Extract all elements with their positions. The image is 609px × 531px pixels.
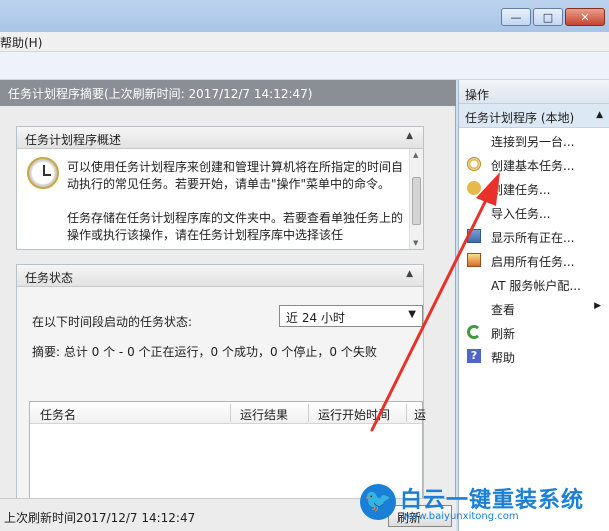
action-help[interactable]: ? 帮助 <box>459 344 609 368</box>
action-display-running[interactable]: 显示所有正在... <box>459 224 609 248</box>
toolbar <box>0 52 609 80</box>
status-period-value: 近 24 小时 <box>286 311 345 325</box>
chevron-down-icon: ▼ <box>408 309 416 320</box>
window-controls: — □ ✕ <box>501 8 605 26</box>
action-label: 帮助 <box>491 351 516 365</box>
overview-header[interactable]: 任务计划程序概述 ▲ <box>17 127 423 149</box>
minimize-button[interactable]: — <box>501 8 531 26</box>
action-enable-history[interactable]: 启用所有任务... <box>459 248 609 272</box>
collapse-up-icon[interactable]: ▲ <box>596 110 603 120</box>
clock-star-icon <box>467 157 481 171</box>
overview-text-1: 可以使用任务计划程序来创建和管理计算机将在所指定的时间自动执行的常见任务。若要开… <box>67 160 404 191</box>
title-bar: — □ ✕ <box>0 0 609 32</box>
scroll-thumb[interactable] <box>412 177 421 225</box>
action-connect[interactable]: 连接到另一台... <box>459 128 609 152</box>
status-header[interactable]: 任务状态 ▲ <box>17 265 423 287</box>
overview-text-2: 任务存储在任务计划程序库的文件夹中。若要查看单独任务上的操作或执行该操作，请在任… <box>67 211 404 242</box>
actions-pane: 操作 任务计划程序 (本地) ▲ 连接到另一台... 创建基本任务... 创建任… <box>458 80 609 531</box>
help-icon: ? <box>467 349 481 363</box>
overview-scrollbar[interactable]: ▲ ▼ <box>409 149 423 249</box>
action-label: AT 服务帐户配... <box>491 279 581 293</box>
clock-icon <box>27 157 59 189</box>
bird-logo-icon: 🐦 <box>360 484 396 520</box>
collapse-up-icon[interactable]: ▲ <box>406 131 413 141</box>
action-label: 导入任务... <box>491 207 551 221</box>
menu-bar: 帮助(H) <box>0 32 609 52</box>
center-pane: 任务计划程序摘要(上次刷新时间: 2017/12/7 14:12:47) 任务计… <box>0 80 456 531</box>
action-label: 创建基本任务... <box>491 159 575 173</box>
action-import-task[interactable]: 导入任务... <box>459 200 609 224</box>
status-period-label: 在以下时间段启动的任务状态: <box>32 315 193 329</box>
status-section: 任务状态 ▲ 在以下时间段启动的任务状态: 近 24 小时 ▼ 摘要: 总计 0… <box>16 264 426 511</box>
action-label: 查看 <box>491 303 516 317</box>
scroll-up-icon[interactable]: ▲ <box>413 151 418 159</box>
close-button[interactable]: ✕ <box>565 8 605 26</box>
action-view[interactable]: 查看 ▶ <box>459 296 609 320</box>
action-create-task[interactable]: 创建任务... <box>459 176 609 200</box>
collapse-up-icon[interactable]: ▲ <box>406 269 413 279</box>
watermark: 🐦 白云一键重装系统 www.baiyunxitong.com <box>356 482 606 528</box>
clock-icon <box>467 181 481 195</box>
last-refresh-time: 上次刷新时间2017/12/7 14:12:47 <box>4 511 196 525</box>
scroll-down-icon[interactable]: ▼ <box>413 239 418 247</box>
action-label: 创建任务... <box>491 183 551 197</box>
column-run-start[interactable]: 运行开始时间 <box>318 406 390 423</box>
maximize-button[interactable]: □ <box>533 8 563 26</box>
action-label: 启用所有任务... <box>491 255 575 269</box>
summary-title: 任务计划程序摘要(上次刷新时间: 2017/12/7 14:12:47) <box>0 80 456 106</box>
column-task-name[interactable]: 任务名 <box>40 406 76 423</box>
status-period-select[interactable]: 近 24 小时 ▼ <box>279 305 423 327</box>
actions-group-header[interactable]: 任务计划程序 (本地) ▲ <box>459 104 609 128</box>
overview-section: 任务计划程序概述 ▲ 可以使用任务计划程序来创建和管理计算机将在所指定的时间自动… <box>16 126 424 250</box>
display-icon <box>467 229 481 243</box>
watermark-brand-cn: 白云一键重装系统 <box>400 488 585 513</box>
actions-group-title: 任务计划程序 (本地) <box>465 111 575 125</box>
column-run-more[interactable]: 运 <box>414 406 426 423</box>
menu-help[interactable]: 帮助(H) <box>0 34 42 51</box>
status-summary: 摘要: 总计 0 个 - 0 个正在运行，0 个成功，0 个停止，0 个失败 <box>32 345 377 359</box>
refresh-icon <box>467 325 481 339</box>
overview-title: 任务计划程序概述 <box>25 133 122 147</box>
action-refresh[interactable]: 刷新 <box>459 320 609 344</box>
action-label: 刷新 <box>491 327 516 341</box>
watermark-brand-en: www.baiyunxitong.com <box>402 511 519 522</box>
action-label: 连接到另一台... <box>491 135 575 149</box>
enable-icon <box>467 253 481 267</box>
status-title: 任务状态 <box>25 271 74 285</box>
action-at-service[interactable]: AT 服务帐户配... <box>459 272 609 296</box>
actions-title: 操作 <box>459 80 609 104</box>
task-table-header: 任务名 运行结果 运行开始时间 运 <box>30 402 426 424</box>
overview-body: 可以使用任务计划程序来创建和管理计算机将在所指定的时间自动执行的常见任务。若要开… <box>17 149 423 244</box>
action-label: 显示所有正在... <box>491 231 575 245</box>
column-run-result[interactable]: 运行结果 <box>240 406 288 423</box>
chevron-right-icon: ▶ <box>594 301 601 311</box>
action-create-basic-task[interactable]: 创建基本任务... <box>459 152 609 176</box>
